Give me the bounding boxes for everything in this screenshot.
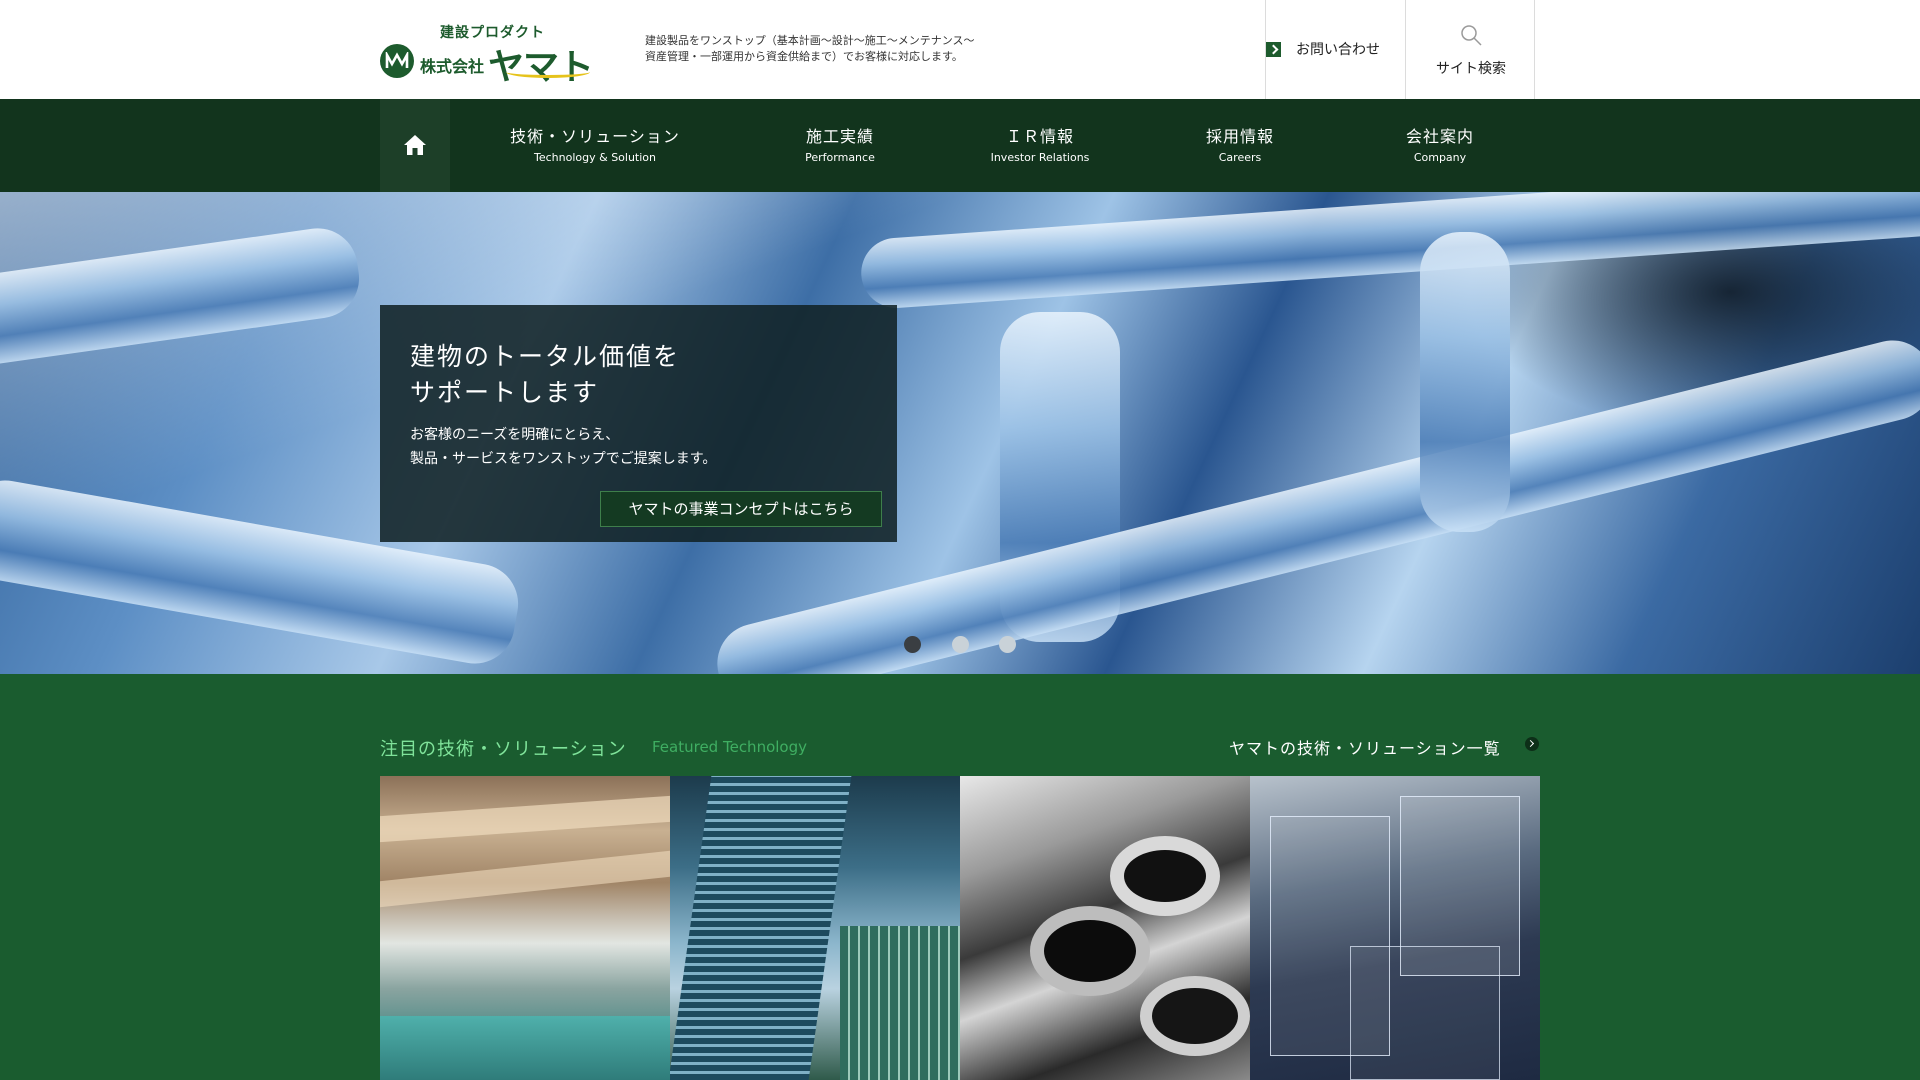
nav-label-jp: 施工実績 xyxy=(805,127,874,146)
contact-label: お問い合わせ xyxy=(1296,42,1380,58)
home-button[interactable] xyxy=(380,99,450,192)
nav-label-en: Company xyxy=(1413,151,1467,164)
hero-slider: 建物のトータル価値を サポートします お客様のニーズを明確にとらえ、 製品・サー… xyxy=(0,192,1920,674)
company-logo[interactable]: 建設プロダクト 株式会社 ヤマト xyxy=(380,20,600,88)
site-header: 建設プロダクト 株式会社 ヤマト 建設製品をワンストップ（基本計画〜設計〜施工〜… xyxy=(0,0,1920,99)
card-image-pipe-end xyxy=(1030,906,1150,996)
chevron-right-icon[interactable] xyxy=(1525,737,1539,751)
concept-button[interactable]: ヤマトの事業コンセプトはこちら xyxy=(600,491,882,527)
hero-image-pipe xyxy=(1420,232,1510,532)
featured-title-en: Featured Technology xyxy=(652,738,807,756)
logo-mark-icon xyxy=(380,44,414,78)
tagline-line-2: 資産管理・一部運用から資金供給まで）でお客様に対応します。 xyxy=(645,50,963,63)
card-image-tower xyxy=(670,776,852,1080)
card-image-tower xyxy=(840,926,960,1080)
featured-title: 注目の技術・ソリューション xyxy=(380,739,627,760)
card-image-water xyxy=(380,1016,670,1080)
global-nav: 技術・ソリューション Technology & Solution 施工実績 Pe… xyxy=(0,99,1920,192)
slider-dot-3[interactable] xyxy=(999,636,1016,653)
featured-card-pipes[interactable] xyxy=(960,776,1250,1080)
technology-list-link[interactable]: ヤマトの技術・ソリューション一覧 xyxy=(1229,735,1501,759)
hero-image-pipe xyxy=(858,192,1920,311)
slider-dot-2[interactable] xyxy=(952,636,969,653)
site-search-button[interactable]: サイト検索 xyxy=(1405,0,1535,99)
featured-card-building[interactable] xyxy=(670,776,960,1080)
hero-caption-box: 建物のトータル価値を サポートします お客様のニーズを明確にとらえ、 製品・サー… xyxy=(380,305,897,542)
nav-label-en: Performance xyxy=(805,151,875,164)
nav-label-jp: 採用情報 xyxy=(1205,127,1274,146)
featured-card-onsen[interactable] xyxy=(380,776,670,1080)
nav-label-jp: ＩＲ情報 xyxy=(1005,127,1074,146)
card-image-pipe-end xyxy=(1110,836,1220,916)
hero-image-pipe xyxy=(0,223,365,371)
logo-swoosh xyxy=(506,66,590,78)
card-image-ceiling xyxy=(380,850,670,908)
hero-title: 建物のトータル価値を サポートします xyxy=(410,342,681,407)
nav-label-jp: 会社案内 xyxy=(1405,127,1474,146)
card-image-wireframe xyxy=(1350,946,1500,1080)
tagline-line-1: 建設製品をワンストップ（基本計画〜設計〜施工〜メンテナンス〜 xyxy=(645,34,975,47)
contact-button[interactable]: お問い合わせ xyxy=(1265,0,1406,99)
hero-text: お客様のニーズを明確にとらえ、 製品・サービスをワンストップでご提案します。 xyxy=(410,427,717,467)
nav-label-en: Investor Relations xyxy=(990,151,1090,164)
search-icon xyxy=(1461,25,1482,46)
slider-dot-1[interactable] xyxy=(904,636,921,653)
home-icon xyxy=(404,135,426,155)
nav-item-ir[interactable]: ＩＲ情報 Investor Relations xyxy=(980,123,1100,164)
logo-company-type: 株式会社 xyxy=(420,57,485,76)
card-image-ceiling xyxy=(380,795,670,843)
nav-item-performance[interactable]: 施工実績 Performance xyxy=(780,123,900,164)
logo-name: ヤマト xyxy=(488,47,594,88)
nav-item-careers[interactable]: 採用情報 Careers xyxy=(1180,123,1300,164)
nav-item-technology[interactable]: 技術・ソリューション Technology & Solution xyxy=(505,123,685,164)
nav-label-en: Careers xyxy=(1218,151,1262,164)
nav-item-company[interactable]: 会社案内 Company xyxy=(1380,123,1500,164)
header-tagline: 建設製品をワンストップ（基本計画〜設計〜施工〜メンテナンス〜 資産管理・一部運用… xyxy=(645,33,1005,65)
arrow-right-icon xyxy=(1266,42,1281,57)
search-label: サイト検索 xyxy=(1436,61,1506,77)
nav-label-jp: 技術・ソリューション xyxy=(510,127,680,146)
card-image-pipe-end xyxy=(1140,976,1250,1056)
featured-card-bim[interactable] xyxy=(1250,776,1540,1080)
nav-label-en: Technology & Solution xyxy=(534,151,656,164)
